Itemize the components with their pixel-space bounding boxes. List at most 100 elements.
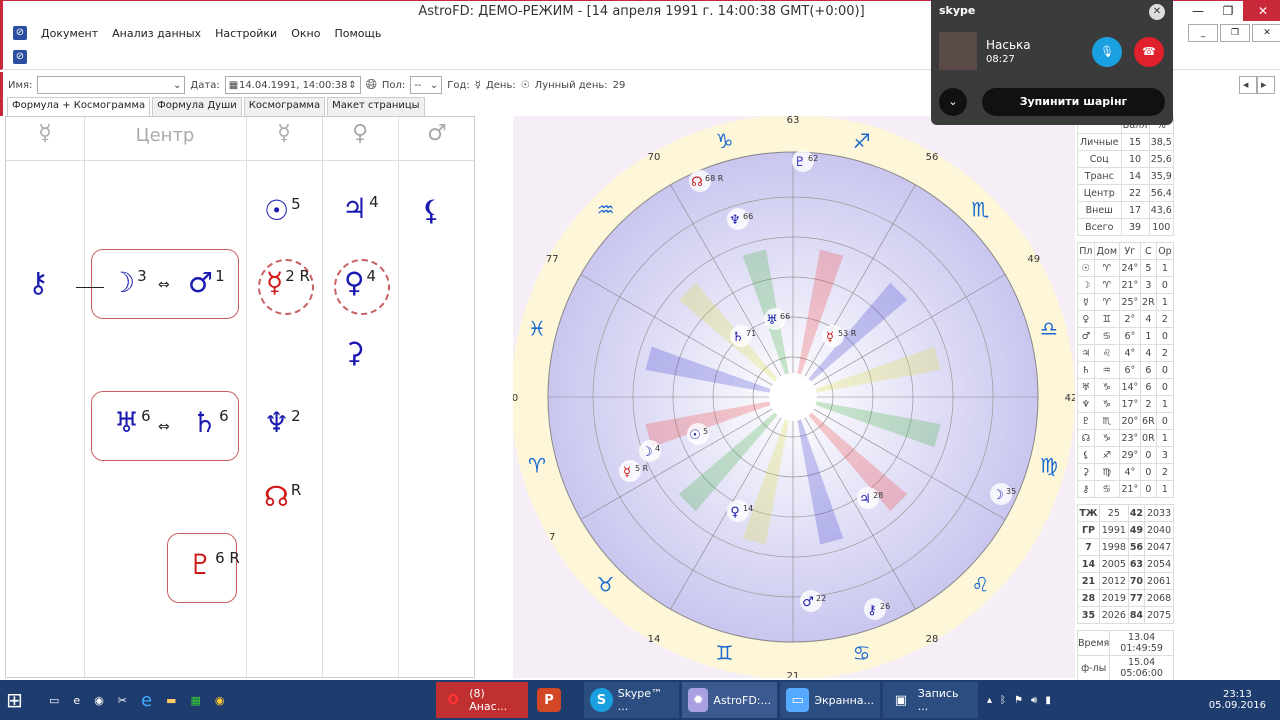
table-cell: 17 <box>1120 201 1150 219</box>
table-cell: 21° <box>1118 276 1141 294</box>
table-cell: 6° <box>1118 361 1141 379</box>
bluetooth-icon[interactable]: ᛒ <box>1000 695 1006 706</box>
table-cell: 0 <box>1155 361 1175 379</box>
table-row: 14 2005 63 2054 <box>1077 555 1174 573</box>
table-cell: ф-лы <box>1076 655 1111 681</box>
menu-analysis[interactable]: Анализ данных <box>112 27 201 40</box>
table-cell: ♍ <box>1093 463 1120 481</box>
start-button[interactable]: ⊞ <box>0 682 40 718</box>
menu-window[interactable]: Окно <box>291 27 320 40</box>
date-input[interactable]: ▦ 14.04.1991, 14:00:38 ⇕ <box>224 76 361 94</box>
tab-page-layout[interactable]: Макет страницы <box>327 97 425 116</box>
table-cell: 2 <box>1155 310 1175 328</box>
tab-formula-cosmogram[interactable]: Формула + Космограмма <box>7 97 151 116</box>
volume-icon[interactable]: 🔊︎ <box>1031 695 1037 706</box>
planet-marker[interactable]: ☽ 4 <box>639 440 661 462</box>
table-cell: 6R <box>1139 412 1157 430</box>
table-cell: 15 <box>1120 133 1150 151</box>
menu-settings[interactable]: Настройки <box>215 27 277 40</box>
scroll-left-button[interactable]: ◀ <box>1239 76 1257 94</box>
close-icon[interactable]: ✕ <box>1149 4 1165 20</box>
table-cell: 22 <box>1120 184 1150 202</box>
age-tick-label: 77 <box>546 254 559 265</box>
planet-icon: ♄ <box>732 330 744 345</box>
taskbar-powerpoint[interactable]: P <box>531 682 581 718</box>
table-cell: 70 <box>1127 572 1146 590</box>
node-icon: ☊ R <box>264 480 302 513</box>
menu-help[interactable]: Помощь <box>334 27 381 40</box>
table-cell: 21 <box>1077 572 1100 590</box>
table-cell: 1998 <box>1098 538 1129 556</box>
table-cell: ♃ <box>1077 344 1095 362</box>
taskbar-opera[interactable]: O (8) Анас... <box>436 682 528 718</box>
table-cell: ⚸ <box>1077 446 1095 464</box>
table-cell: 38,5 <box>1148 133 1175 151</box>
tray-icon[interactable]: ▴ <box>987 695 992 706</box>
stats-panel: Балл% Личные 15 38,5 Соц 10 25,6 Транс 14 35,9 Цен… <box>1076 116 1175 681</box>
taskbar-skype[interactable]: S Skype™ ... <box>584 682 679 718</box>
planet-icon: ☽ <box>992 488 1004 503</box>
skype-logo: skype <box>939 4 976 17</box>
table-cell: ♂ <box>1077 327 1095 345</box>
chrome-icon[interactable]: ◉ <box>94 694 104 707</box>
globe-icon[interactable]: 🌐︎ <box>366 77 377 93</box>
table-row: ♄ ♒ 6° 6 0 <box>1077 361 1175 379</box>
sun-icon: ☉ <box>520 79 530 91</box>
tab-soul-formula[interactable]: Формула Души <box>152 97 242 116</box>
cosmogram-chart: ♈♉♊ ♋♌♍♎♏♐♑♒♓07142128424956637077♇ 62☊ 68 R… <box>513 116 1075 678</box>
table-cell: ♊ <box>1093 310 1120 328</box>
document-icon[interactable]: ⊘ <box>13 50 27 64</box>
maximize-button[interactable]: ❐ <box>1213 1 1243 21</box>
mdi-minimize-button[interactable]: _ <box>1188 24 1218 42</box>
mdi-restore-button[interactable]: ❐ <box>1220 24 1250 42</box>
microphone-button[interactable]: 🎙︎ <box>1092 37 1122 67</box>
taskbar-astrofd[interactable]: ✹ AstroFD:... <box>682 682 777 718</box>
chevron-down-icon[interactable]: ⌄ <box>939 88 967 116</box>
table-cell: Ор <box>1155 242 1175 260</box>
table-cell: 2 <box>1155 463 1175 481</box>
snipping-icon[interactable]: ✂ <box>118 694 127 707</box>
planet-label: 53 R <box>838 329 857 338</box>
chrome-icon[interactable]: ◉ <box>215 694 225 707</box>
tab-cosmogram[interactable]: Космограмма <box>243 97 326 116</box>
menu-document[interactable]: Документ <box>41 27 98 40</box>
taskbar-screen[interactable]: ▭ Экранна... <box>780 682 880 718</box>
table-cell: Соц <box>1077 150 1122 168</box>
table-cell: 1 <box>1155 429 1175 447</box>
ie-icon[interactable]: e <box>141 690 152 711</box>
mars-icon: ♂ 1 <box>188 266 225 299</box>
table-cell: 15.04 05:06:00 <box>1109 655 1174 681</box>
table-cell: 5 <box>1139 259 1157 277</box>
explorer-icon[interactable]: ▬ <box>166 694 176 707</box>
sex-select[interactable]: -- ⌄ <box>410 76 443 94</box>
taskbar-recording[interactable]: ▣ Запись ... <box>883 682 978 718</box>
network-icon[interactable]: ▮ <box>1045 695 1051 706</box>
name-input[interactable]: ⌄ <box>37 76 186 94</box>
minimize-button[interactable]: — <box>1183 1 1213 21</box>
app-icon[interactable]: ⊘ <box>13 26 27 40</box>
planet-label: 4 <box>655 444 660 453</box>
avatar <box>939 32 977 70</box>
end-call-button[interactable]: ☎︎ <box>1134 37 1164 67</box>
close-button[interactable]: ✕ <box>1243 1 1280 21</box>
scroll-right-button[interactable]: ▶ <box>1257 76 1275 94</box>
zodiac-sign-icon: ♏ <box>971 198 989 222</box>
table-cell: 2° <box>1118 310 1141 328</box>
store-icon[interactable]: ▦ <box>191 694 201 707</box>
flag-icon[interactable]: ⚑ <box>1014 695 1023 706</box>
table-cell: 14 <box>1120 167 1150 185</box>
stop-sharing-button[interactable]: Зупинити шарінг <box>982 88 1165 116</box>
table-cell: 0R <box>1139 429 1157 447</box>
calendar-icon: ▦ <box>228 79 239 91</box>
table-cell: 35,9 <box>1148 167 1175 185</box>
clock[interactable]: 23:13 05.09.2016 <box>1209 689 1266 711</box>
desktop-icon[interactable]: ▭ <box>49 694 59 707</box>
mercury-icon: ☿ <box>474 79 481 91</box>
table-cell: ♒ <box>1093 361 1120 379</box>
ie-icon[interactable]: e <box>73 694 80 707</box>
planet-marker[interactable]: ☉ 5 <box>687 423 709 445</box>
mdi-close-button[interactable]: ✕ <box>1252 24 1280 42</box>
zodiac-sign-icon: ♌ <box>971 572 989 596</box>
spin-icon[interactable]: ⇕ <box>348 80 356 91</box>
arrow <box>76 287 104 288</box>
